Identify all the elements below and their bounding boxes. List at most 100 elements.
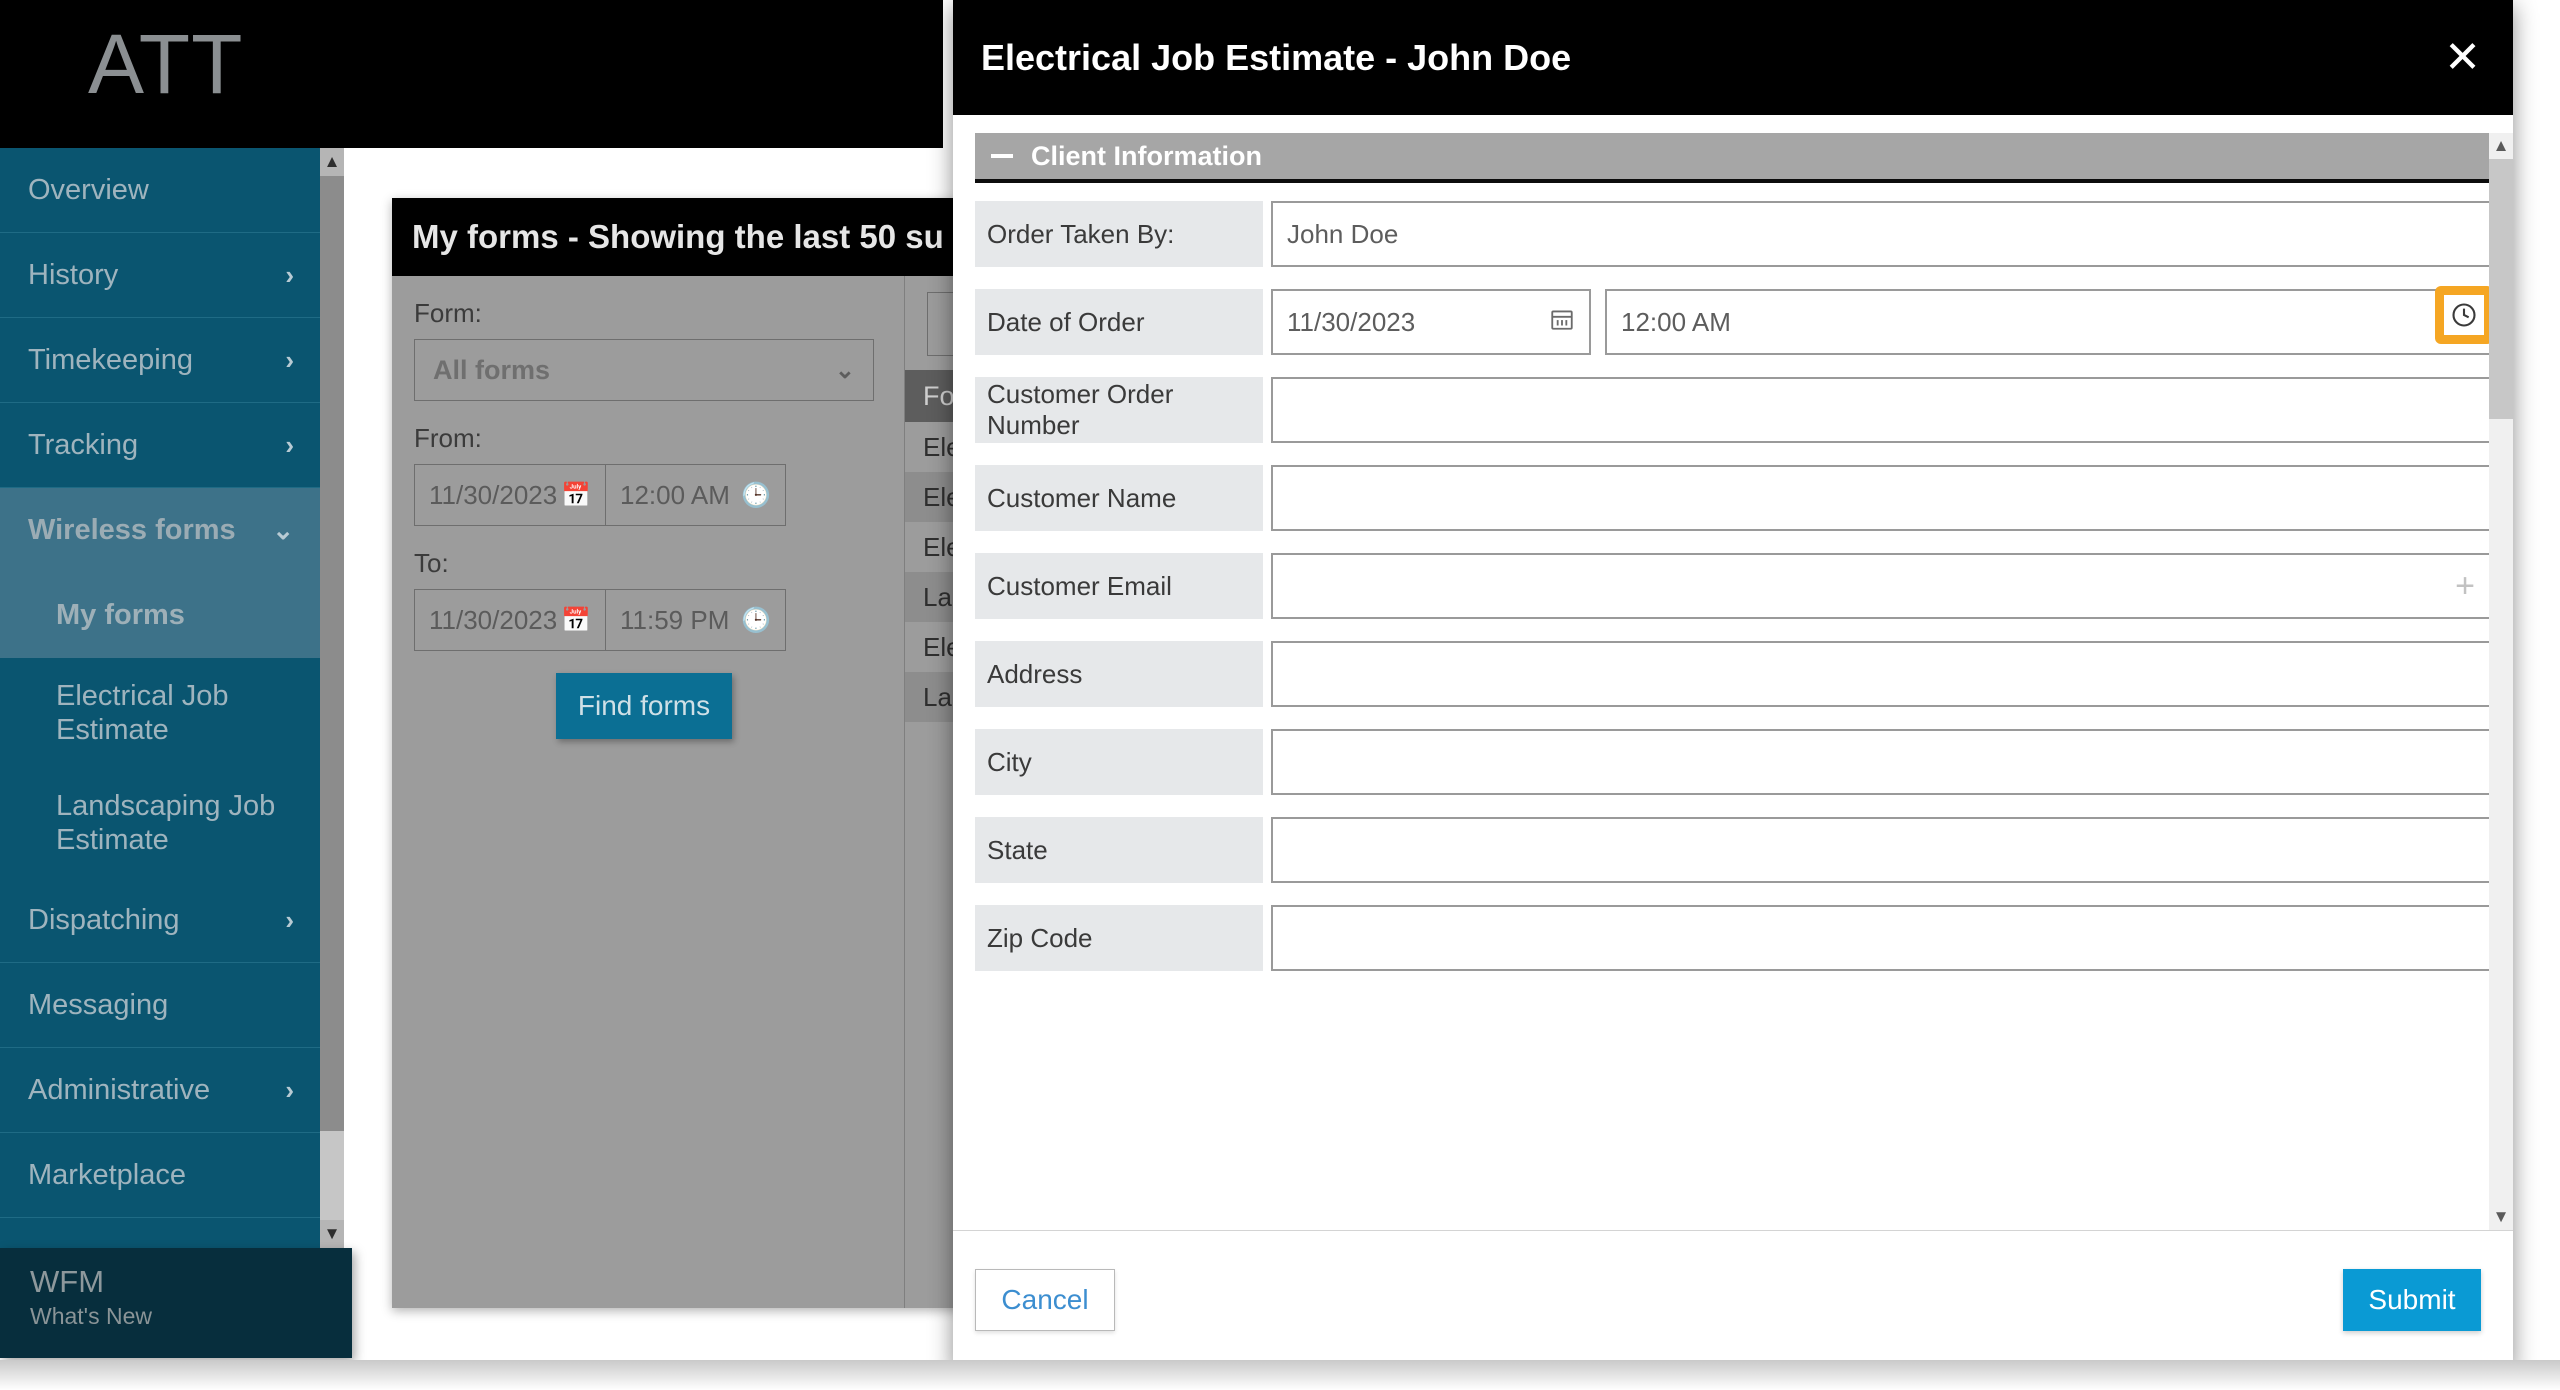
state-input[interactable] bbox=[1271, 817, 2491, 883]
field-label: State bbox=[975, 817, 1263, 883]
customer-name-input[interactable] bbox=[1271, 465, 2491, 531]
address-input[interactable] bbox=[1271, 641, 2491, 707]
to-datetime-row: 11/30/2023 📅 11:59 PM 🕒 bbox=[414, 589, 874, 651]
modal-body: Client Information Order Taken By: John … bbox=[953, 115, 2513, 1230]
sidebar-item-administrative[interactable]: Administrative › bbox=[0, 1048, 320, 1133]
sidebar-nav: Overview History › Timekeeping › Trackin… bbox=[0, 148, 320, 1248]
sidebar-item-history[interactable]: History › bbox=[0, 233, 320, 318]
field-customer-email: Customer Email + bbox=[975, 553, 2491, 619]
field-state: State bbox=[975, 817, 2491, 883]
clock-icon-highlight[interactable] bbox=[2435, 286, 2493, 344]
date-of-order-time-input[interactable]: 12:00 AM bbox=[1605, 286, 2493, 355]
calendar-icon[interactable] bbox=[1549, 306, 1575, 339]
customer-email-input[interactable]: + bbox=[1271, 553, 2491, 619]
sidebar-subitem-label: Landscaping Job Estimate bbox=[56, 789, 276, 856]
from-filter-label: From: bbox=[414, 423, 482, 453]
plus-icon[interactable]: + bbox=[2455, 569, 2475, 603]
date-of-order-date-input[interactable]: 11/30/2023 bbox=[1271, 289, 1591, 355]
field-order-taken-by: Order Taken By: John Doe bbox=[975, 201, 2491, 267]
sidebar-item-label: Dispatching bbox=[28, 903, 180, 936]
chevron-down-icon: ⌄ bbox=[272, 515, 294, 545]
wfm-whats-new-panel[interactable]: WFM What's New bbox=[0, 1248, 352, 1358]
sidebar-item-label: Marketplace bbox=[28, 1158, 186, 1191]
cancel-button[interactable]: Cancel bbox=[975, 1268, 1115, 1331]
sidebar-item-label: History bbox=[28, 258, 119, 291]
sidebar-item-label: Administrative bbox=[28, 1073, 211, 1106]
to-date-value: 11/30/2023 bbox=[429, 604, 558, 635]
brand-bar: ATT bbox=[0, 0, 943, 148]
clock-icon[interactable]: 🕒 bbox=[741, 481, 771, 510]
wfm-subtitle: What's New bbox=[30, 1302, 152, 1329]
submit-button[interactable]: Submit bbox=[2343, 1268, 2481, 1331]
client-information-section-header[interactable]: Client Information bbox=[975, 133, 2491, 183]
field-customer-order-number: Customer Order Number bbox=[975, 377, 2491, 443]
form-filter-label: Form: bbox=[414, 298, 482, 328]
sidebar-item-wireless-forms[interactable]: Wireless forms ⌄ bbox=[0, 488, 320, 573]
to-time-input[interactable]: 11:59 PM 🕒 bbox=[606, 589, 786, 651]
from-date-value: 11/30/2023 bbox=[429, 479, 558, 510]
field-label: Customer Order Number bbox=[975, 377, 1263, 443]
field-value: 12:00 AM bbox=[1621, 306, 1731, 337]
order-taken-by-input[interactable]: John Doe bbox=[1271, 201, 2491, 267]
field-label: City bbox=[975, 729, 1263, 795]
field-zip-code: Zip Code bbox=[975, 905, 2491, 971]
close-icon[interactable]: ✕ bbox=[2444, 35, 2481, 80]
find-forms-button[interactable]: Find forms bbox=[556, 673, 732, 739]
sidebar-scrollbar-thumb[interactable] bbox=[320, 176, 344, 1131]
field-label: Customer Email bbox=[975, 553, 1263, 619]
modal-scrollbar-thumb[interactable] bbox=[2489, 159, 2513, 419]
sidebar-item-timekeeping[interactable]: Timekeeping › bbox=[0, 318, 320, 403]
field-label: Address bbox=[975, 641, 1263, 707]
electrical-job-estimate-modal: Electrical Job Estimate - John Doe ✕ Cli… bbox=[953, 0, 2513, 1368]
sidebar-item-marketplace[interactable]: Marketplace bbox=[0, 1133, 320, 1218]
to-time-value: 11:59 PM bbox=[620, 604, 730, 635]
sidebar-item-tracking[interactable]: Tracking › bbox=[0, 403, 320, 488]
chevron-right-icon: › bbox=[285, 429, 294, 460]
field-label: Order Taken By: bbox=[975, 201, 1263, 267]
from-date-input[interactable]: 11/30/2023 📅 bbox=[414, 464, 606, 526]
calendar-icon[interactable]: 📅 bbox=[561, 606, 591, 635]
to-filter-label: To: bbox=[414, 548, 449, 578]
sidebar-item-dispatching[interactable]: Dispatching › bbox=[0, 878, 320, 963]
form-filter-select[interactable]: All forms ⌄ bbox=[414, 339, 874, 401]
modal-footer: Cancel Submit bbox=[953, 1230, 2513, 1368]
sidebar-item-label: Tracking bbox=[28, 428, 139, 461]
chevron-right-icon: › bbox=[285, 1074, 294, 1105]
sidebar-subitem-landscaping-job-estimate[interactable]: Landscaping Job Estimate bbox=[0, 768, 320, 878]
chevron-right-icon: › bbox=[285, 259, 294, 290]
from-time-input[interactable]: 12:00 AM 🕒 bbox=[606, 464, 786, 526]
city-input[interactable] bbox=[1271, 729, 2491, 795]
minus-icon[interactable] bbox=[991, 154, 1013, 158]
from-datetime-row: 11/30/2023 📅 12:00 AM 🕒 bbox=[414, 464, 874, 526]
sidebar-scrollbar[interactable]: ▲ ▼ bbox=[320, 148, 344, 1248]
clock-icon[interactable]: 🕒 bbox=[741, 606, 771, 635]
field-label: Date of Order bbox=[975, 289, 1263, 355]
page-bottom-shadow bbox=[0, 1360, 2560, 1390]
sidebar-subitem-electrical-job-estimate[interactable]: Electrical Job Estimate bbox=[0, 658, 320, 768]
forms-filter-column: Form: All forms ⌄ From: 11/30/2023 📅 12:… bbox=[392, 276, 904, 1308]
chevron-down-icon[interactable]: ▼ bbox=[2489, 1204, 2513, 1230]
sidebar-item-messaging[interactable]: Messaging bbox=[0, 963, 320, 1048]
field-customer-name: Customer Name bbox=[975, 465, 2491, 531]
field-value: 11/30/2023 bbox=[1287, 306, 1416, 337]
calendar-icon[interactable]: 📅 bbox=[561, 481, 591, 510]
sidebar-item-overview[interactable]: Overview bbox=[0, 148, 320, 233]
field-label: Zip Code bbox=[975, 905, 1263, 971]
sidebar-item-label: Wireless forms bbox=[28, 514, 236, 546]
brand-logo: ATT bbox=[88, 17, 244, 111]
chevron-up-icon[interactable]: ▲ bbox=[320, 148, 344, 176]
clock-icon[interactable] bbox=[2444, 295, 2484, 335]
chevron-up-icon[interactable]: ▲ bbox=[2489, 133, 2513, 159]
modal-scrollbar[interactable]: ▲ ▼ bbox=[2489, 133, 2513, 1230]
sidebar-subitem-my-forms[interactable]: My forms bbox=[0, 573, 320, 658]
from-time-value: 12:00 AM bbox=[620, 479, 730, 510]
chevron-down-icon[interactable]: ▼ bbox=[320, 1220, 344, 1248]
modal-header: Electrical Job Estimate - John Doe ✕ bbox=[953, 0, 2513, 115]
sidebar-subitem-label: My forms bbox=[56, 599, 185, 631]
customer-order-number-input[interactable] bbox=[1271, 377, 2491, 443]
zip-code-input[interactable] bbox=[1271, 905, 2491, 971]
client-information-fields: Order Taken By: John Doe Date of Order 1… bbox=[975, 183, 2493, 971]
field-value: John Doe bbox=[1287, 218, 1399, 249]
to-date-input[interactable]: 11/30/2023 📅 bbox=[414, 589, 606, 651]
section-label: Client Information bbox=[1031, 140, 1262, 171]
